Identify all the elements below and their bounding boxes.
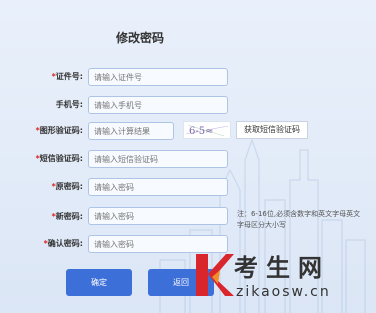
new-password-input[interactable] xyxy=(88,207,228,225)
watermark-logo: 考生网 zikaosw.cn xyxy=(194,248,376,313)
id-number-label: *证件号: xyxy=(51,72,83,81)
get-sms-code-button[interactable]: 获取短信验证码 xyxy=(236,121,308,139)
page-title: 修改密码 xyxy=(115,31,164,45)
captcha-input[interactable] xyxy=(88,122,174,140)
phone-input[interactable] xyxy=(88,96,228,114)
confirm-password-label: *确认密码: xyxy=(43,239,83,248)
confirm-button[interactable]: 确定 xyxy=(66,269,132,296)
password-rule-hint: 注：6-16位,必须含数字和英文字母英文字母区分大小写 xyxy=(237,210,361,229)
svg-text:6-5≈: 6-5≈ xyxy=(189,126,213,137)
id-number-input[interactable] xyxy=(88,68,228,86)
watermark-url-text: zikaosw.cn xyxy=(236,284,331,300)
captcha-image[interactable]: 6-5≈ xyxy=(183,121,231,139)
watermark-chinese-text: 考生网 xyxy=(234,253,330,282)
sms-code-label: *短信验证码: xyxy=(35,154,83,163)
k-logo-icon xyxy=(196,254,234,296)
sms-code-input[interactable] xyxy=(88,150,228,168)
old-password-label: *原密码: xyxy=(51,182,83,191)
phone-label: 手机号: xyxy=(55,100,83,109)
old-password-input[interactable] xyxy=(88,178,228,196)
captcha-label: *图形验证码: xyxy=(35,126,83,135)
new-password-label: *新密码: xyxy=(51,212,83,221)
